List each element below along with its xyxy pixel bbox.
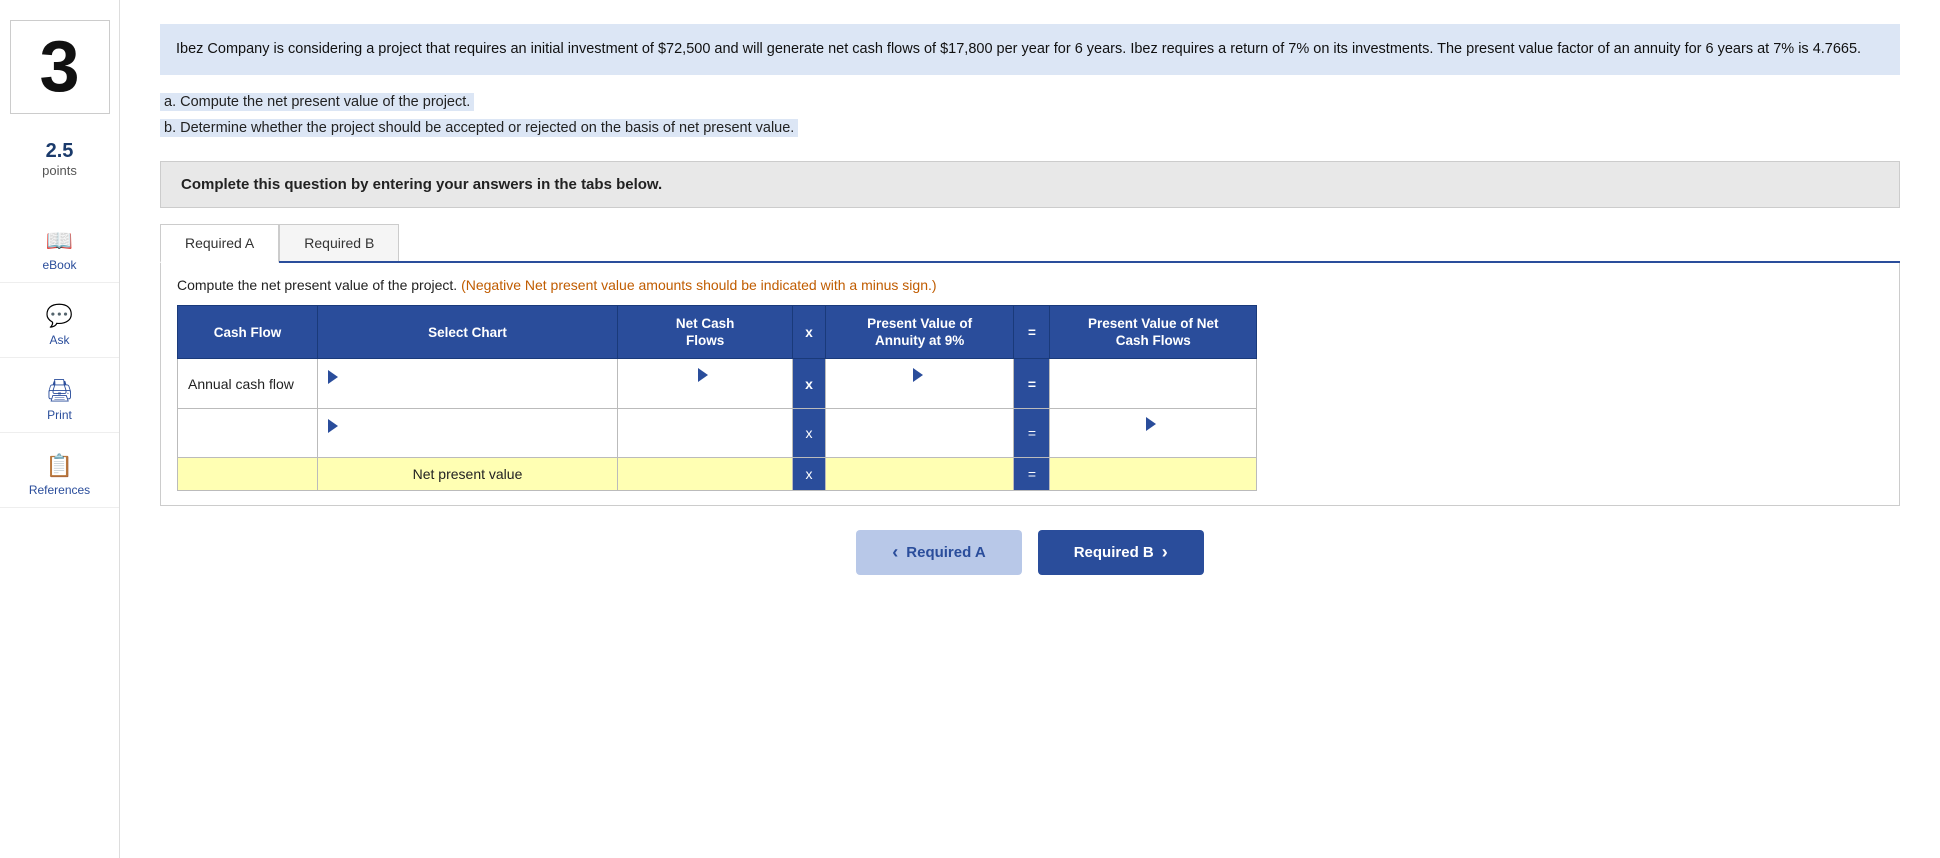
sidebar-item-print[interactable]: 🖨 Print	[0, 368, 119, 433]
sub-b-text: b. Determine whether the project should …	[160, 119, 798, 137]
ask-icon: 💬	[46, 303, 73, 329]
row2-select-chart[interactable]	[318, 408, 618, 457]
sidebar: 3 2.5 points 📖 eBook 💬 Ask 🖨 Print 📋 Ref…	[0, 0, 120, 858]
main-content: Ibez Company is considering a project th…	[120, 0, 1940, 858]
row1-select-chart[interactable]	[318, 359, 618, 408]
blue-triangle-1	[328, 370, 338, 384]
row2-select-input[interactable]	[328, 433, 607, 449]
row3-equals: =	[1014, 457, 1050, 490]
table-row-1: Annual cash flow x	[178, 359, 1257, 408]
prev-button[interactable]: Required A	[856, 530, 1021, 575]
row2-label	[178, 408, 318, 457]
print-icon: 🖨	[46, 378, 74, 404]
tab-content-required-a: Compute the net present value of the pro…	[160, 263, 1900, 506]
row3-x: x	[793, 457, 826, 490]
tab-required-b[interactable]: Required B	[279, 224, 399, 261]
row3-label	[178, 457, 318, 490]
table-row-2: x =	[178, 408, 1257, 457]
npv-table: Cash Flow Select Chart Net Cash Flows	[177, 305, 1257, 491]
row1-equals: =	[1014, 359, 1050, 408]
sub-question-a: a. Compute the net present value of the …	[160, 89, 1900, 115]
th-cash-flow: Cash Flow	[178, 306, 318, 359]
row1-x: x	[793, 359, 826, 408]
sidebar-label-references: References	[29, 483, 90, 497]
row1-net-cash-flows[interactable]	[618, 359, 793, 408]
row1-select-input[interactable]	[328, 384, 607, 400]
sidebar-item-ebook[interactable]: 📖 eBook	[0, 218, 119, 283]
row2-pv-net-cash-input[interactable]	[1060, 431, 1246, 451]
next-button[interactable]: Required B	[1038, 530, 1204, 575]
points-section: 2.5 points	[42, 140, 77, 178]
row3-pv-net-cash-input[interactable]	[1060, 464, 1246, 484]
arrow-right-icon	[1162, 542, 1168, 563]
sub-a-text: a. Compute the net present value of the …	[160, 93, 474, 111]
row3-net-present-value-label: Net present value	[318, 457, 618, 490]
tab-required-a[interactable]: Required A	[160, 224, 279, 263]
sidebar-item-references[interactable]: 📋 References	[0, 443, 119, 508]
row1-pv-net-cash[interactable]	[1050, 359, 1257, 408]
tabs: Required A Required B	[160, 224, 1900, 261]
row3-pv-net-cash[interactable]	[1050, 457, 1257, 490]
points-label: points	[42, 163, 77, 178]
row3-pv-annuity	[825, 457, 1014, 490]
instruction-text: Complete this question by entering your …	[181, 176, 662, 193]
row2-pv-annuity[interactable]	[825, 408, 1014, 457]
row2-pv-net-cash[interactable]	[1050, 408, 1257, 457]
row2-x: x	[793, 408, 826, 457]
tabs-container: Required A Required B	[160, 224, 1900, 263]
blue-triangle-4	[328, 419, 338, 433]
th-equals: =	[1014, 306, 1050, 359]
row1-pv-annuity[interactable]	[825, 359, 1014, 408]
sidebar-label-ask: Ask	[49, 333, 69, 347]
problem-text: Ibez Company is considering a project th…	[160, 24, 1900, 75]
blue-triangle-3	[913, 368, 923, 382]
points-value: 2.5	[42, 140, 77, 163]
table-row-3: Net present value x =	[178, 457, 1257, 490]
row1-pv-net-cash-input[interactable]	[1060, 374, 1246, 394]
sub-questions: a. Compute the net present value of the …	[160, 89, 1900, 141]
references-icon: 📋	[46, 453, 73, 479]
sidebar-label-print: Print	[47, 408, 72, 422]
sidebar-label-ebook: eBook	[42, 258, 76, 272]
row2-equals: =	[1014, 408, 1050, 457]
row3-net-cash-flows	[618, 457, 793, 490]
sub-question-b: b. Determine whether the project should …	[160, 115, 1900, 141]
row2-net-cash-flows[interactable]	[618, 408, 793, 457]
compute-instruction: Compute the net present value of the pro…	[177, 277, 1883, 293]
row2-ncf-input[interactable]	[628, 423, 782, 443]
row2-pv-annuity-input[interactable]	[836, 423, 1004, 443]
arrow-left-icon	[892, 542, 898, 563]
sidebar-item-ask[interactable]: 💬 Ask	[0, 293, 119, 358]
th-net-cash-flows: Net Cash Flows	[618, 306, 793, 359]
ebook-icon: 📖	[46, 228, 73, 254]
row1-label: Annual cash flow	[178, 359, 318, 408]
th-pv-net-cash-flows: Present Value of Net Cash Flows	[1050, 306, 1257, 359]
sidebar-nav: 📖 eBook 💬 Ask 🖨 Print 📋 References	[0, 218, 119, 508]
th-pv-annuity: Present Value of Annuity at 9%	[825, 306, 1014, 359]
bottom-nav: Required A Required B	[160, 530, 1900, 575]
row1-ncf-input[interactable]	[628, 382, 782, 402]
th-select-chart: Select Chart	[318, 306, 618, 359]
orange-note: (Negative Net present value amounts shou…	[461, 277, 936, 293]
question-number: 3	[10, 20, 110, 114]
blue-triangle-2	[698, 368, 708, 382]
blue-triangle-5	[1146, 417, 1156, 431]
instruction-box: Complete this question by entering your …	[160, 161, 1900, 208]
row1-pv-annuity-input[interactable]	[836, 382, 1004, 402]
th-x: x	[793, 306, 826, 359]
